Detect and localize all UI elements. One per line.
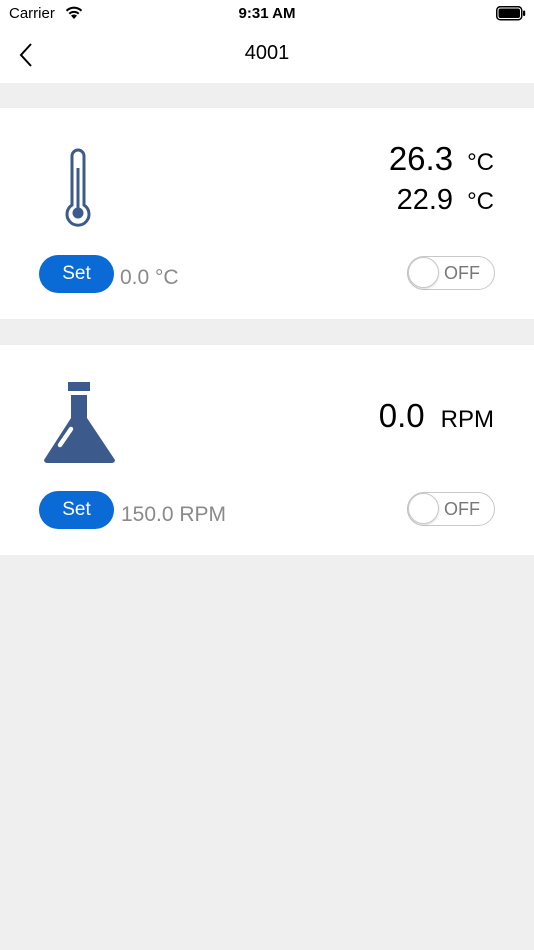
temperature-reading-secondary: 22.9 °C	[397, 184, 494, 217]
temperature-setpoint: 0.0 °C	[120, 266, 179, 289]
speed-reading: 0.0 RPM	[379, 397, 494, 435]
battery-icon	[496, 6, 526, 26]
navigation-bar: 4001	[0, 28, 534, 83]
speed-value: 0.0	[378, 397, 425, 434]
toggle-state-label: OFF	[444, 263, 480, 283]
temperature-unit-secondary: °C	[467, 188, 494, 215]
status-bar: Carrier 9:31 AM	[0, 0, 534, 28]
toggle-state-label: OFF	[444, 499, 480, 519]
temperature-value-secondary: 22.9	[396, 184, 454, 216]
page-title: 4001	[244, 42, 290, 64]
temperature-toggle[interactable]: OFF	[407, 256, 495, 290]
toggle-knob	[408, 493, 439, 524]
thermometer-icon	[60, 146, 96, 233]
speed-unit: RPM	[440, 406, 494, 433]
toggle-knob	[408, 257, 439, 288]
speed-card: 0.0 RPM Set 150.0 RPM OFF	[0, 345, 534, 555]
temperature-reading-primary: 26.3 °C	[389, 140, 494, 178]
speed-toggle[interactable]: OFF	[407, 492, 495, 526]
speed-setpoint: 150.0 RPM	[121, 503, 227, 526]
set-speed-button[interactable]: Set	[39, 491, 114, 529]
flask-icon	[40, 382, 120, 471]
temperature-card: 26.3 °C 22.9 °C Set 0.0 °C OFF	[0, 108, 534, 319]
temperature-value-primary: 26.3	[388, 140, 454, 177]
set-temperature-button[interactable]: Set	[39, 255, 114, 293]
temperature-unit-primary: °C	[467, 149, 494, 176]
status-time: 9:31 AM	[238, 5, 296, 22]
